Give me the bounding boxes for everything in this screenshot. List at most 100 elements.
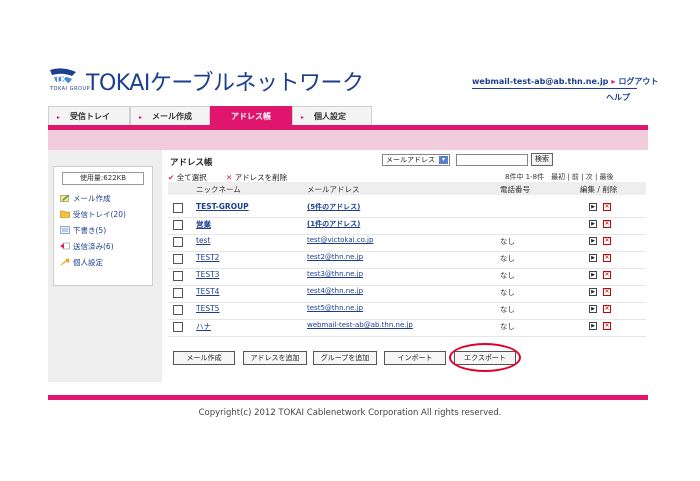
edit-icon[interactable]: ▶ [589,271,597,279]
column-header-nickname: ニックネーム [196,185,241,194]
nickname-link[interactable]: test [196,236,210,245]
sidebar-item-label: 送信済み(6) [73,242,114,251]
mail-link[interactable]: (5件のアドレス) [307,202,360,212]
edit-icon[interactable]: ▶ [589,288,597,296]
mail-link[interactable]: webmail-test-ab@ab.thn.ne.jp [307,321,413,329]
sidebar-item-label: 受信トレイ(20) [73,210,126,219]
edit-icon[interactable]: ▶ [589,220,597,228]
edit-icon[interactable]: ▶ [589,305,597,313]
mail-link[interactable]: test4@thn.ne.jp [307,287,363,295]
delete-icon[interactable]: ✕ [603,203,611,211]
sidebar-item-sent[interactable]: 送信済み(6) [60,241,114,252]
sidebar: 使用量:622KB メール作成 受信トレイ(20) 下書き(5) 送信済み(6)… [53,166,153,286]
edit-icon[interactable]: ▶ [589,254,597,262]
tab-arrow-icon: ▸ [57,114,61,121]
header-underline [472,88,637,89]
edit-icon[interactable]: ▶ [589,237,597,245]
search-button[interactable]: 検索 [531,153,553,166]
delete-icon[interactable]: ✕ [603,220,611,228]
tab-address-book[interactable]: ▸アドレス帳 [210,106,292,125]
footer-bar [48,395,648,400]
settings-key-icon [60,258,70,266]
logout-link[interactable]: ログアウト [618,77,658,86]
sidebar-item-inbox[interactable]: 受信トレイ(20) [60,209,126,220]
sidebar-item-label: 個人設定 [73,258,103,267]
row-checkbox[interactable] [173,237,183,247]
tab-label: 個人設定 [314,112,347,121]
search-field-select[interactable]: メールアドレス ▾ [382,154,450,166]
add-group-button[interactable]: グループを追加 [313,351,377,365]
column-header-phone: 電話番号 [500,185,530,194]
row-checkbox[interactable] [173,220,183,230]
nickname-link[interactable]: TEST-GROUP [196,202,249,211]
search-input[interactable] [456,154,528,166]
column-header-mail: メールアドレス [307,185,360,194]
delete-x-icon: ✕ [226,173,233,182]
nickname-link[interactable]: 営業 [196,219,211,230]
table-row: 営業 (1件のアドレス) ▶ ✕ [168,217,646,235]
nickname-link[interactable]: ハナ [196,321,211,332]
edit-icon[interactable]: ▶ [589,203,597,211]
checkmark-icon: ✔ [168,173,175,182]
phone-value: なし [500,237,515,246]
nickname-link[interactable]: TEST3 [196,270,219,279]
nickname-link[interactable]: TEST5 [196,304,219,313]
tab-personal-settings[interactable]: ▸ 個人設定 [292,106,372,125]
delete-icon[interactable]: ✕ [603,254,611,262]
page-title: アドレス帳 [170,158,213,168]
nickname-link[interactable]: TEST4 [196,287,219,296]
row-checkbox[interactable] [173,203,183,213]
phone-value: なし [500,254,515,263]
sidebar-item-compose[interactable]: メール作成 [60,193,111,204]
tab-label: 受信トレイ [70,112,111,121]
arrow-right-icon: ▸ [611,77,616,86]
mail-link[interactable]: test2@thn.ne.jp [307,253,363,261]
copyright: Copyright(c) 2012 TOKAI Cablenetwork Cor… [198,408,502,418]
svg-text:TK: TK [55,75,67,84]
delete-icon[interactable]: ✕ [603,271,611,279]
tab-inbox[interactable]: ▸ 受信トレイ [48,106,130,125]
edit-icon[interactable]: ▶ [589,322,597,330]
row-checkbox[interactable] [173,254,183,264]
delete-icon[interactable]: ✕ [603,237,611,245]
delete-icon[interactable]: ✕ [603,288,611,296]
phone-value: なし [500,271,515,280]
nickname-link[interactable]: TEST2 [196,253,219,262]
mail-link[interactable]: test5@thn.ne.jp [307,304,363,312]
brand-title: TOKAIケーブルネットワーク [86,71,364,96]
row-checkbox[interactable] [173,288,183,298]
tab-compose[interactable]: ▸ メール作成 [130,106,210,125]
add-address-button[interactable]: アドレスを追加 [243,351,307,365]
table-row: TEST5 test5@thn.ne.jp なし ▶ ✕ [168,302,646,320]
sidebar-item-personal-settings[interactable]: 個人設定 [60,257,103,268]
user-email[interactable]: webmail-test-ab@ab.thn.ne.jp [472,77,608,86]
sent-icon [60,242,70,250]
mail-link[interactable]: (1件のアドレス) [307,219,360,229]
inbox-folder-icon [60,210,70,218]
delete-icon[interactable]: ✕ [603,322,611,330]
drafts-icon [60,226,70,234]
mail-link[interactable]: test3@thn.ne.jp [307,270,363,278]
row-checkbox[interactable] [173,271,183,281]
import-button[interactable]: インポート [384,351,446,365]
sidebar-item-label: 下書き(5) [73,226,107,235]
storage-usage: 使用量:622KB [62,172,144,185]
user-email-link[interactable]: webmail-test-ab@ab.thn.ne.jp ▸ ログアウト [472,76,658,87]
table-row: TEST3 test3@thn.ne.jp なし ▶ ✕ [168,268,646,286]
table-row: TEST-GROUP (5件のアドレス) ▶ ✕ [168,200,646,218]
tab-label: アドレス帳 [231,112,271,121]
tab-arrow-icon: ▸ [139,114,143,121]
sidebar-item-drafts[interactable]: 下書き(5) [60,225,106,236]
phone-value: なし [500,322,515,331]
tab-arrow-icon: ▸ [301,114,305,121]
sub-header-band [48,130,648,150]
help-link[interactable]: ヘルプ [606,92,630,103]
pagination[interactable]: 8件中 1-8件 最初 | 前 | 次 | 最後 [505,172,614,182]
row-checkbox[interactable] [173,305,183,315]
delete-icon[interactable]: ✕ [603,305,611,313]
phone-value: なし [500,305,515,314]
compose-button[interactable]: メール作成 [173,351,235,365]
row-checkbox[interactable] [173,322,183,332]
mail-link[interactable]: test@victokai.co.jp [307,236,373,244]
tab-label: メール作成 [152,112,193,121]
